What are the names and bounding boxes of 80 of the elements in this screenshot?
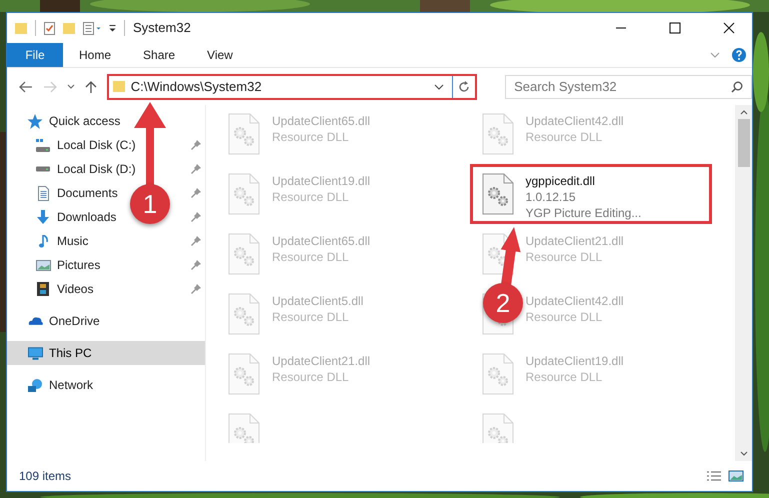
- file-description: Resource DLL: [272, 249, 350, 265]
- nav-item[interactable]: OneDrive: [27, 312, 100, 330]
- scroll-up-icon[interactable]: [740, 109, 748, 115]
- dll-file-icon: [228, 173, 260, 215]
- pin-icon[interactable]: [191, 284, 201, 294]
- ribbon-tab[interactable]: Home: [63, 43, 128, 67]
- search-icon[interactable]: [731, 80, 743, 92]
- dll-file-icon: [228, 233, 260, 275]
- monitor-icon: [28, 346, 42, 360]
- search-field[interactable]: Search System32: [505, 74, 752, 98]
- item-count: 109 items: [19, 468, 72, 485]
- dll-file-icon: [482, 113, 514, 155]
- file-description: YGP Picture Editing...: [526, 205, 642, 221]
- dll-file-icon: [228, 353, 260, 395]
- address-path: C:\Windows\System32: [130, 78, 262, 96]
- pin-icon[interactable]: [191, 140, 201, 150]
- dropdown-icon[interactable]: [109, 24, 116, 32]
- details-view-icon[interactable]: [706, 470, 722, 482]
- up-arrow-icon[interactable]: [84, 80, 97, 94]
- pin-icon[interactable]: [191, 236, 201, 246]
- scroll-down-icon[interactable]: [740, 451, 748, 457]
- star-icon: [27, 114, 43, 128]
- dll-file-icon: [482, 413, 514, 443]
- document-icon: [38, 186, 48, 200]
- pin-icon[interactable]: [191, 188, 201, 198]
- dll-file-icon: [228, 413, 260, 443]
- dll-file-icon: [228, 293, 260, 335]
- help-icon[interactable]: [732, 48, 746, 62]
- file-description: Resource DLL: [526, 129, 604, 145]
- chevron-down-icon[interactable]: [66, 84, 75, 90]
- cloud-icon: [28, 317, 42, 325]
- back-arrow-icon[interactable]: [19, 80, 33, 92]
- pin-icon[interactable]: [191, 212, 201, 222]
- nav-item[interactable]: Downloads: [35, 208, 116, 226]
- nav-item[interactable]: This PC: [27, 344, 92, 362]
- dll-file-icon: [482, 173, 514, 215]
- search-input[interactable]: Search System32: [514, 76, 731, 96]
- checklist-icon[interactable]: [44, 22, 55, 34]
- film-icon: [37, 282, 49, 296]
- nav-item[interactable]: Music: [35, 232, 88, 250]
- file-menu-button[interactable]: File: [7, 43, 63, 67]
- scroll-thumb[interactable]: [738, 119, 750, 167]
- large-icons-view-icon[interactable]: [728, 470, 744, 482]
- dll-file-icon: [482, 353, 514, 395]
- file-description: Resource DLL: [526, 369, 604, 385]
- drive-icon: [36, 166, 50, 172]
- nav-item[interactable]: Documents: [35, 184, 118, 202]
- folder-icon: [112, 81, 125, 92]
- address-bar[interactable]: C:\Windows\System32: [106, 74, 478, 100]
- music-note-icon: [38, 234, 48, 248]
- nav-item[interactable]: Pictures: [35, 256, 100, 274]
- nav-item[interactable]: Quick access: [27, 112, 120, 130]
- scrollbar[interactable]: [735, 105, 752, 461]
- dll-file-icon: [228, 113, 260, 155]
- file-description: Resource DLL: [526, 249, 604, 265]
- window-title: System32: [133, 19, 191, 38]
- ribbon-tab[interactable]: View: [191, 43, 249, 67]
- nav-item[interactable]: Local Disk (D:): [35, 160, 136, 178]
- pin-icon[interactable]: [191, 260, 201, 270]
- file-description: Resource DLL: [272, 129, 350, 145]
- maximize-icon[interactable]: [669, 22, 681, 34]
- file-description: Resource DLL: [272, 369, 350, 385]
- file-description: Resource DLL: [272, 309, 350, 325]
- download-arrow-icon: [37, 210, 49, 224]
- ribbon-tab[interactable]: Share: [127, 43, 192, 67]
- refresh-icon[interactable]: [458, 80, 470, 92]
- picture-icon: [36, 260, 50, 270]
- file-description: Resource DLL: [526, 309, 604, 325]
- network-icon: [28, 378, 42, 392]
- properties-icon[interactable]: [83, 22, 101, 34]
- file-name[interactable]: ygppicedit.dll: [526, 173, 642, 189]
- pin-icon[interactable]: [191, 164, 201, 174]
- chevron-down-icon[interactable]: [434, 84, 444, 90]
- file-description: Resource DLL: [272, 189, 350, 205]
- drive-icon: [36, 138, 50, 152]
- nav-item[interactable]: Network: [27, 376, 94, 394]
- nav-item[interactable]: Videos: [35, 280, 94, 298]
- file-version: 1.0.12.15: [526, 189, 577, 205]
- nav-item[interactable]: Local Disk (C:): [35, 136, 136, 154]
- close-icon[interactable]: [723, 22, 735, 34]
